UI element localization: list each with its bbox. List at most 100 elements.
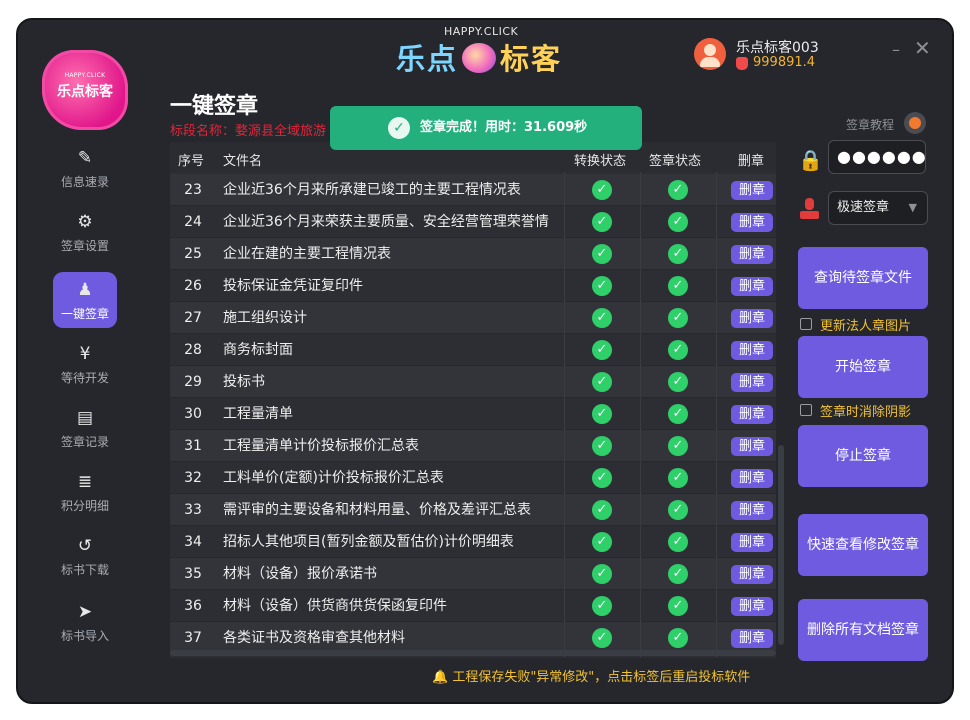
delete-seal-button[interactable]: 删章 xyxy=(731,245,773,264)
delete-seal-button[interactable]: 删章 xyxy=(731,373,773,392)
table-row[interactable]: 29 投标书 ✓ ✓ 删章 xyxy=(170,366,776,398)
row-number: 24 xyxy=(184,214,202,230)
convert-status-check-icon: ✓ xyxy=(592,404,612,424)
delete-seal-button[interactable]: 删章 xyxy=(731,533,773,552)
table-row[interactable]: 34 招标人其他项目(暂列金额及暂估价)计价明细表 ✓ ✓ 删章 xyxy=(170,526,776,558)
table-row[interactable]: 33 需评审的主要设备和材料用量、价格及差评汇总表 ✓ ✓ 删章 xyxy=(170,494,776,526)
password-input[interactable]: ●●●●●● xyxy=(828,140,926,174)
vertical-scrollbar[interactable] xyxy=(778,445,784,645)
sign-status-check-icon: ✓ xyxy=(668,468,688,488)
delete-seal-button[interactable]: 删章 xyxy=(731,629,773,648)
sidebar-item-5[interactable]: ≣ 积分明细 xyxy=(53,464,117,520)
table-row[interactable]: 26 投标保证金凭证复印件 ✓ ✓ 删章 xyxy=(170,270,776,302)
delete-seal-button[interactable]: 删章 xyxy=(731,341,773,360)
delete-seal-button[interactable]: 删章 xyxy=(731,437,773,456)
table-row[interactable]: 27 施工组织设计 ✓ ✓ 删章 xyxy=(170,302,776,334)
project-name: 标段名称：婺源县全域旅游 xyxy=(170,124,327,139)
sign-mode-select[interactable]: 极速签章 ▼ xyxy=(828,191,928,225)
delete-all-signatures-button[interactable]: 删除所有文档签章 xyxy=(798,599,928,661)
file-name: 投标保证金凭证复印件 xyxy=(223,278,363,294)
row-number: 34 xyxy=(184,534,202,550)
file-name: 材料（设备）供货商供货保函复印件 xyxy=(223,598,447,614)
footer-notice: 🔔 工程保存失败"异常修改"，点击标签后重启投标软件 xyxy=(432,670,751,685)
file-name: 企业在建的主要工程情况表 xyxy=(223,246,391,262)
delete-seal-button[interactable]: 删章 xyxy=(731,469,773,488)
sidebar-item-7[interactable]: ➤ 标书导入 xyxy=(53,594,117,650)
yen-icon: ¥ xyxy=(79,344,91,364)
convert-status-check-icon: ✓ xyxy=(592,532,612,552)
sidebar-item-0[interactable]: ✎ 信息速录 xyxy=(53,140,117,196)
user-avatar[interactable] xyxy=(694,38,726,70)
sign-status-check-icon: ✓ xyxy=(668,308,688,328)
convert-status-check-icon: ✓ xyxy=(592,596,612,616)
file-table: 序号 文件名 转换状态 签章状态 删章 23 企业近36个月来所承建已竣工的主要工… xyxy=(170,142,776,658)
row-number: 33 xyxy=(184,502,202,518)
delete-seal-button[interactable]: 删章 xyxy=(731,597,773,616)
delete-seal-button[interactable]: 删章 xyxy=(731,309,773,328)
sidebar-item-2[interactable]: ♟ 一键签章 xyxy=(53,272,117,328)
sign-status-check-icon: ✓ xyxy=(668,500,688,520)
remove-shadow-checkbox[interactable] xyxy=(800,404,812,416)
convert-status-check-icon: ✓ xyxy=(592,244,612,264)
delete-seal-button[interactable]: 删章 xyxy=(731,565,773,584)
convert-status-check-icon: ✓ xyxy=(592,500,612,520)
delete-seal-button[interactable]: 删章 xyxy=(731,277,773,296)
sidebar-item-1[interactable]: ⚙ 签章设置 xyxy=(53,204,117,260)
sign-status-check-icon: ✓ xyxy=(668,212,688,232)
table-row[interactable]: 30 工程量清单 ✓ ✓ 删章 xyxy=(170,398,776,430)
minimize-button[interactable]: – xyxy=(892,40,900,59)
brand-left: 乐点 xyxy=(396,42,459,76)
logo-small-text: HAPPY.CLICK xyxy=(64,72,106,79)
table-row[interactable]: 25 企业在建的主要工程情况表 ✓ ✓ 删章 xyxy=(170,238,776,270)
brand-right: 标客 xyxy=(500,42,563,76)
table-body: 23 企业近36个月来所承建已竣工的主要工程情况表 ✓ ✓ 删章 24 企业近36个月来荣获… xyxy=(170,174,776,654)
lock-icon: 🔒 xyxy=(798,148,823,172)
table-row[interactable]: 31 工程量清单计价投标报价汇总表 ✓ ✓ 删章 xyxy=(170,430,776,462)
delete-seal-button[interactable]: 删章 xyxy=(731,181,773,200)
sidebar-item-6[interactable]: ↺ 标书下载 xyxy=(53,528,117,584)
sidebar-item-label: 签章记录 xyxy=(60,435,109,449)
table-row[interactable]: 35 材料（设备）报价承诺书 ✓ ✓ 删章 xyxy=(170,558,776,590)
sidebar-item-label: 标书下载 xyxy=(60,563,109,577)
close-button[interactable]: ✕ xyxy=(914,36,931,60)
update-seal-checkbox[interactable] xyxy=(800,318,812,330)
horizontal-scrollbar[interactable] xyxy=(170,650,776,656)
sign-status-check-icon: ✓ xyxy=(668,564,688,584)
start-sign-button[interactable]: 开始签章 xyxy=(798,336,928,398)
sign-status-check-icon: ✓ xyxy=(668,436,688,456)
tutorial-link[interactable]: 签章教程 xyxy=(846,116,894,133)
sidebar-item-3[interactable]: ¥ 等待开发 xyxy=(53,336,117,392)
file-name: 企业近36个月来荣获主要质量、安全经营管理荣誉情 xyxy=(223,214,549,230)
query-files-button[interactable]: 查询待签章文件 xyxy=(798,247,928,309)
sidebar-item-label: 标书导入 xyxy=(60,629,109,643)
convert-status-check-icon: ✓ xyxy=(592,436,612,456)
send-icon: ➤ xyxy=(77,602,93,622)
col-convert: 转换状态 xyxy=(574,154,627,169)
row-number: 26 xyxy=(184,278,202,294)
delete-seal-button[interactable]: 删章 xyxy=(731,213,773,232)
file-name: 招标人其他项目(暂列金额及暂估价)计价明细表 xyxy=(223,534,514,550)
tutorial-icon[interactable] xyxy=(904,112,926,134)
logo-text: 乐点标客 xyxy=(57,84,113,100)
convert-status-check-icon: ✓ xyxy=(592,212,612,232)
user-stamp-icon: ♟ xyxy=(77,280,93,300)
row-number: 32 xyxy=(184,470,202,486)
quick-view-button[interactable]: 快速查看修改签章 xyxy=(798,514,928,576)
table-row[interactable]: 32 工料单价(定额)计价投标报价汇总表 ✓ ✓ 删章 xyxy=(170,462,776,494)
convert-status-check-icon: ✓ xyxy=(592,308,612,328)
sign-status-check-icon: ✓ xyxy=(668,372,688,392)
table-row[interactable]: 36 材料（设备）供货商供货保函复印件 ✓ ✓ 删章 xyxy=(170,590,776,622)
sidebar-item-4[interactable]: ▤ 签章记录 xyxy=(53,400,117,456)
sidebar-item-label: 等待开发 xyxy=(60,371,109,385)
sign-status-check-icon: ✓ xyxy=(668,532,688,552)
table-row[interactable]: 23 企业近36个月来所承建已竣工的主要工程情况表 ✓ ✓ 删章 xyxy=(170,174,776,206)
success-toast: ✓ 签章完成！用时：31.609秒 xyxy=(330,106,642,150)
table-row[interactable]: 24 企业近36个月来荣获主要质量、安全经营管理荣誉情 ✓ ✓ 删章 xyxy=(170,206,776,238)
convert-status-check-icon: ✓ xyxy=(592,628,612,648)
col-delete: 删章 xyxy=(738,154,765,169)
chevron-down-icon: ▼ xyxy=(908,201,917,214)
delete-seal-button[interactable]: 删章 xyxy=(731,501,773,520)
table-row[interactable]: 28 商务标封面 ✓ ✓ 删章 xyxy=(170,334,776,366)
stop-sign-button[interactable]: 停止签章 xyxy=(798,425,928,487)
delete-seal-button[interactable]: 删章 xyxy=(731,405,773,424)
